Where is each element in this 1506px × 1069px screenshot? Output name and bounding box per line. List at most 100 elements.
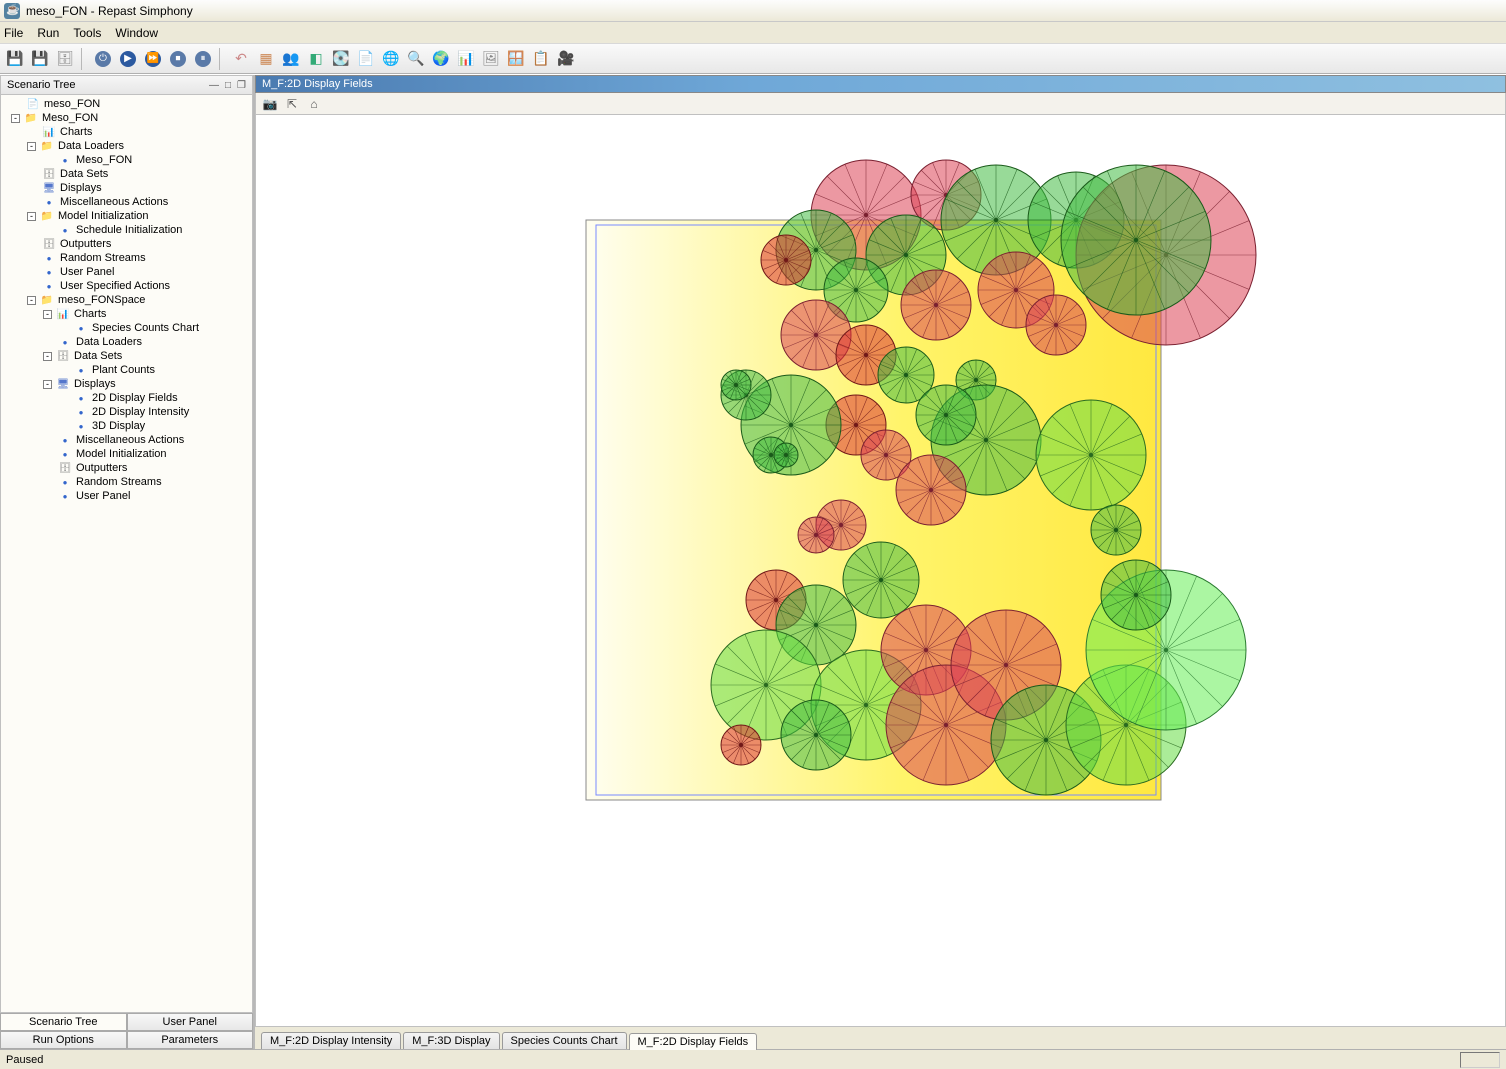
tree-item[interactable]: 📊Charts [1, 125, 252, 139]
menu-run[interactable]: Run [37, 26, 59, 40]
tree-item[interactable]: ●Schedule Initialization [1, 223, 252, 237]
bottom-tab[interactable]: M_F:2D Display Intensity [261, 1032, 401, 1049]
left-tab-run-options[interactable]: Run Options [0, 1031, 127, 1049]
menu-tools[interactable]: Tools [73, 26, 101, 40]
tree-item[interactable]: ●Miscellaneous Actions [1, 195, 252, 209]
dot-icon: ● [74, 392, 88, 404]
doc-icon[interactable]: 📄 [355, 48, 377, 70]
minimize-icon[interactable]: — [209, 80, 219, 91]
tree-item[interactable]: -📁Meso_FON [1, 111, 252, 125]
tree-label: Data Sets [60, 168, 108, 180]
left-pane: Scenario Tree — □ ❐ 📄meso_FON-📁Meso_FON📊… [0, 75, 255, 1049]
expander-icon[interactable]: - [43, 310, 52, 319]
expander-icon[interactable]: - [11, 114, 20, 123]
scenario-tree[interactable]: 📄meso_FON-📁Meso_FON📊Charts-📁Data Loaders… [0, 95, 253, 1013]
tree-label: Species Counts Chart [92, 322, 199, 334]
window-icon[interactable]: 🪟 [505, 48, 527, 70]
agent-disc [798, 517, 834, 553]
simulation-canvas[interactable] [255, 115, 1506, 1027]
tree-item[interactable]: ●Meso_FON [1, 153, 252, 167]
pause-icon[interactable]: ⏸ [192, 48, 214, 70]
right-pane: M_F:2D Display Fields 📷 ⇱ ⌂ M_F:2D Display… [255, 75, 1506, 1049]
tree-item[interactable]: ●2D Display Intensity [1, 405, 252, 419]
tree-item[interactable]: 🗄Outputters [1, 237, 252, 251]
bottom-tab[interactable]: Species Counts Chart [502, 1032, 627, 1049]
bottom-tab[interactable]: M_F:3D Display [403, 1032, 499, 1049]
tree-label: Miscellaneous Actions [60, 196, 168, 208]
export-icon[interactable]: ⇱ [284, 96, 300, 112]
tree-item[interactable]: -📁Data Loaders [1, 139, 252, 153]
camera-icon[interactable]: 📷 [262, 96, 278, 112]
agent-disc [1026, 295, 1086, 355]
undo-icon[interactable]: ↶ [230, 48, 252, 70]
search-icon[interactable]: 🔍 [405, 48, 427, 70]
tree-item[interactable]: -📁meso_FONSpace [1, 293, 252, 307]
tree-item[interactable]: 📄meso_FON [1, 97, 252, 111]
expander-icon[interactable]: - [27, 212, 36, 221]
bottom-tab[interactable]: M_F:2D Display Fields [629, 1033, 758, 1050]
tree-label: Plant Counts [92, 364, 155, 376]
menu-window[interactable]: Window [115, 26, 158, 40]
maximize-icon[interactable]: □ [225, 80, 231, 91]
tree-item[interactable]: 🖥Displays [1, 181, 252, 195]
tree-item[interactable]: -🖥Displays [1, 377, 252, 391]
expander-icon[interactable]: - [43, 352, 52, 361]
expander-icon[interactable]: - [27, 142, 36, 151]
grid-icon[interactable]: ▦ [255, 48, 277, 70]
menu-file[interactable]: File [4, 26, 23, 40]
tree-item[interactable]: ●User Panel [1, 489, 252, 503]
globe2-icon[interactable]: 🌍 [430, 48, 452, 70]
power-icon[interactable]: ⏻ [92, 48, 114, 70]
tree-item[interactable]: ●2D Display Fields [1, 391, 252, 405]
tree-item[interactable]: 🗄Data Sets [1, 167, 252, 181]
db-icon[interactable]: 🗄 [54, 48, 76, 70]
stop-icon[interactable]: ⏹ [167, 48, 189, 70]
tree-item[interactable]: ●3D Display [1, 419, 252, 433]
save-icon[interactable]: 💾 [4, 48, 26, 70]
disk-icon[interactable]: 💽 [330, 48, 352, 70]
left-tab-parameters[interactable]: Parameters [127, 1031, 254, 1049]
panel-title: Scenario Tree [7, 79, 75, 91]
restore-icon[interactable]: ❐ [237, 80, 246, 91]
tree-item[interactable]: ●User Specified Actions [1, 279, 252, 293]
tree-item[interactable]: ● Plant Counts [1, 363, 252, 377]
home-icon[interactable]: ⌂ [306, 96, 322, 112]
left-tab-user-panel[interactable]: User Panel [127, 1013, 254, 1031]
expander-icon[interactable]: - [43, 380, 52, 389]
menubar: File Run Tools Window [0, 22, 1506, 44]
tree-item[interactable]: -📊Charts [1, 307, 252, 321]
report-icon[interactable]: 📋 [530, 48, 552, 70]
save-all-icon[interactable]: 💾 [29, 48, 51, 70]
tree-item[interactable]: ●Random Streams [1, 475, 252, 489]
agents-icon[interactable]: 👥 [280, 48, 302, 70]
tree-item[interactable]: ●User Panel [1, 265, 252, 279]
agent-disc [774, 443, 798, 467]
camera-icon[interactable]: 🎥 [555, 48, 577, 70]
tree-item[interactable]: ●Model Initialization [1, 447, 252, 461]
chart-icon[interactable]: 📊 [455, 48, 477, 70]
tree-item[interactable]: -📁Model Initialization [1, 209, 252, 223]
tree-item[interactable]: -🗄Data Sets [1, 349, 252, 363]
tree-item[interactable]: ●Random Streams [1, 251, 252, 265]
ffwd-icon[interactable]: ⏩ [142, 48, 164, 70]
tree-item[interactable]: ● Species Counts Chart [1, 321, 252, 335]
statusbar: Paused [0, 1049, 1506, 1069]
globe-icon[interactable]: 🌐 [380, 48, 402, 70]
left-tabs: Scenario TreeUser PanelRun OptionsParame… [0, 1013, 253, 1049]
tree-label: Outputters [76, 462, 127, 474]
image-icon[interactable]: 🖼 [480, 48, 502, 70]
dot-icon: ● [42, 252, 56, 264]
tree-item[interactable]: ●Data Loaders [1, 335, 252, 349]
dot-icon: ● [74, 364, 88, 376]
tree-item[interactable]: 🗄Outputters [1, 461, 252, 475]
play-icon[interactable]: ▶ [117, 48, 139, 70]
expander-icon[interactable]: - [27, 296, 36, 305]
tree-label: Outputters [60, 238, 111, 250]
palette-icon[interactable]: ◧ [305, 48, 327, 70]
dot-icon: ● [74, 322, 88, 334]
agent-disc [721, 370, 751, 400]
left-tab-scenario-tree[interactable]: Scenario Tree [0, 1013, 127, 1031]
tree-item[interactable]: ●Miscellaneous Actions [1, 433, 252, 447]
status-box [1460, 1052, 1500, 1068]
agent-disc [761, 235, 811, 285]
